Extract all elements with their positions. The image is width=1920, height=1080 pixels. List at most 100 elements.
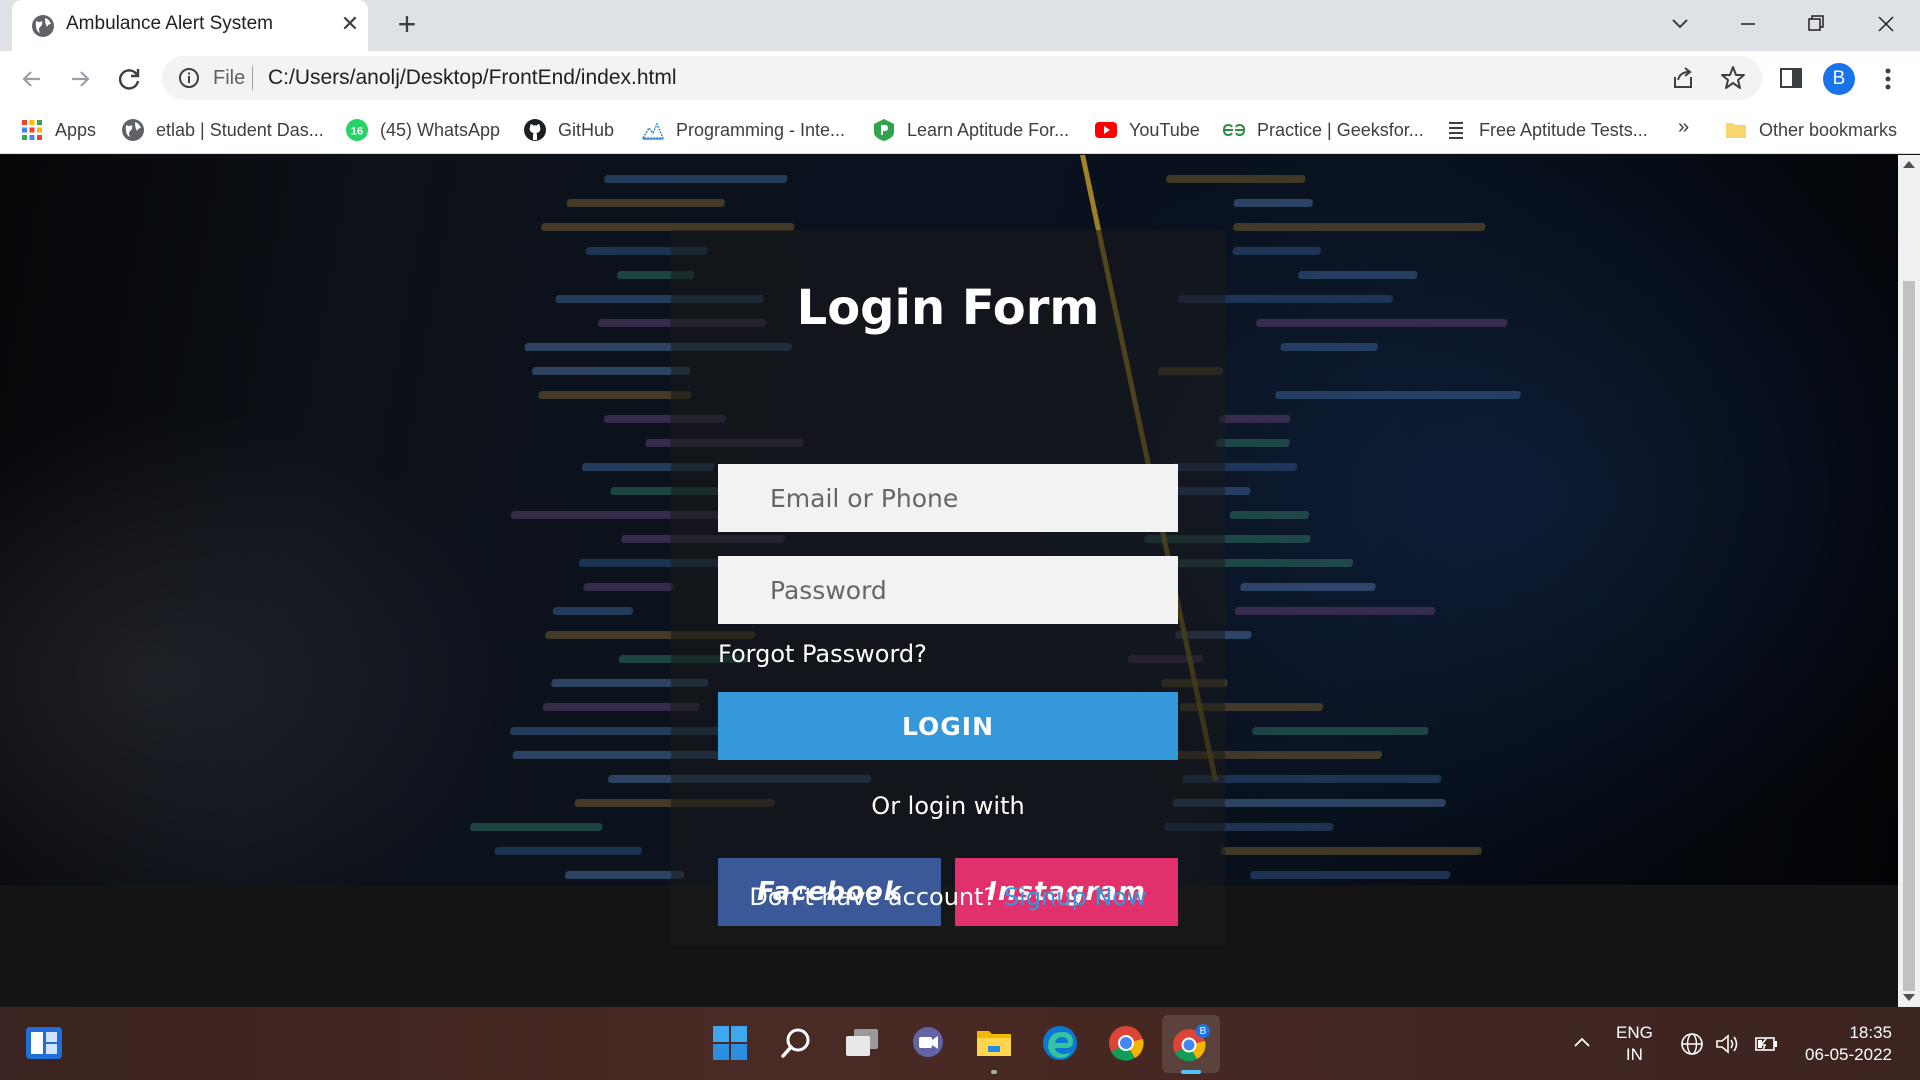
forward-arrow-icon[interactable] [64,63,96,95]
minimize-icon[interactable] [1728,6,1768,42]
url-separator [252,66,253,90]
code-line [1250,871,1451,879]
bookmark-youtube[interactable]: YouTube [1094,116,1200,144]
clock-time: 18:35 [1849,1023,1892,1042]
browser-toolbar: File C:/Users/anolj/Desktop/FrontEnd/ind… [0,51,1920,106]
running-indicator [991,1070,997,1074]
more-menu-icon[interactable] [1876,63,1900,95]
code-line [494,847,642,855]
bookmark-learn-aptitude[interactable]: Learn Aptitude For... [872,116,1069,144]
bookmark-geeksforgeeks[interactable]: Practice | Geeksfor... [1222,116,1424,144]
code-line [470,823,603,831]
clock[interactable]: 18:35 06-05-2022 [1796,1022,1892,1066]
edge-browser-icon[interactable] [1038,1021,1082,1065]
url-text[interactable]: C:/Users/anolj/Desktop/FrontEnd/index.ht… [268,66,677,90]
code-line [583,583,675,591]
bookmarks-overflow-button[interactable]: » [1678,116,1689,139]
chevron-down-icon[interactable] [1666,10,1694,38]
code-line [1280,343,1379,351]
bookmark-apps[interactable]: Apps [20,116,96,144]
scroll-down-arrow-icon[interactable] [1903,994,1915,1001]
code-line [1298,271,1418,279]
restore-icon[interactable] [1796,6,1836,42]
bookmark-label: Practice | Geeksfor... [1257,119,1424,140]
svg-text:B: B [1200,1026,1207,1037]
bookmark-label: Free Aptitude Tests... [1479,119,1648,140]
bookmark-github[interactable]: GitHub [523,116,614,144]
close-tab-icon[interactable]: ✕ [337,11,363,37]
bookmark-label: Apps [55,119,97,140]
region-code: IN [1625,1045,1643,1064]
bookmark-free-aptitude[interactable]: Free Aptitude Tests... [1444,116,1648,144]
screen: Ambulance Alert System ✕ + File C:/Users… [0,0,1920,1080]
bookmark-etlab[interactable]: etlab | Student Das... [121,116,324,144]
address-bar[interactable]: File C:/Users/anolj/Desktop/FrontEnd/ind… [162,56,1762,100]
windows-start-icon[interactable] [708,1021,752,1065]
code-line [531,367,691,375]
page-scrollbar[interactable] [1898,155,1920,1007]
battery-charging-icon[interactable] [1751,1031,1779,1057]
search-icon[interactable] [774,1021,818,1065]
no-account-text: Don't have account? [749,883,997,911]
password-input[interactable] [718,556,1178,624]
language-indicator[interactable]: ENG IN [1616,1022,1653,1066]
profile-avatar[interactable]: B [1823,63,1855,95]
windows-taskbar: B ENG IN 18:35 06-05-2022 [0,1007,1920,1080]
code-line [1218,415,1291,423]
other-bookmarks-label: Other bookmarks [1759,119,1898,140]
other-bookmarks[interactable]: Other bookmarks [1724,116,1897,144]
youtube-icon [1095,122,1117,138]
email-input[interactable] [718,464,1178,532]
chrome-profile-icon[interactable]: B [1169,1021,1213,1065]
programming-icon [641,122,665,140]
whatsapp-icon: 16 [346,119,368,141]
bookmark-whatsapp[interactable]: 16 (45) WhatsApp [345,116,500,144]
bookmark-label: etlab | Student Das... [156,119,324,140]
widgets-icon[interactable] [22,1021,66,1065]
clock-date: 06-05-2022 [1805,1045,1892,1064]
tray-overflow-chevron-icon[interactable] [1572,1035,1592,1049]
back-arrow-icon[interactable] [16,63,48,95]
language-code: ENG [1616,1023,1653,1042]
bookmark-label: Learn Aptitude For... [907,119,1070,140]
bookmark-label: GitHub [558,119,615,140]
browser-tab[interactable]: Ambulance Alert System ✕ [12,0,368,51]
login-form: Login Form Forgot Password? LOGIN Or log… [671,230,1225,945]
bookmark-label: Programming - Inte... [676,119,846,140]
signup-prompt: Don't have account? Signup Now [671,883,1225,911]
bookmark-programming[interactable]: Programming - Inte... [641,116,845,144]
network-globe-icon[interactable] [1679,1031,1705,1057]
share-icon[interactable] [1670,65,1696,91]
new-tab-button[interactable]: + [390,8,424,42]
reload-icon[interactable] [113,63,145,95]
page-viewport: Login Form Forgot Password? LOGIN Or log… [0,155,1898,1007]
signup-link[interactable]: Signup Now [1004,883,1147,911]
scroll-thumb[interactable] [1903,281,1915,991]
forgot-password-link[interactable]: Forgot Password? [718,640,927,668]
teams-chat-icon[interactable] [906,1021,950,1065]
volume-icon[interactable] [1714,1031,1742,1057]
chrome-icon[interactable] [1104,1021,1148,1065]
bookmarks-bar: Apps etlab | Student Das... 16 (45) What… [0,106,1920,154]
globe-icon [122,119,144,141]
code-line [1229,511,1310,519]
code-line [1275,391,1522,399]
file-explorer-icon[interactable] [972,1021,1016,1065]
star-icon[interactable] [1719,64,1747,92]
code-line [564,871,685,879]
code-line [1220,847,1483,855]
form-title: Login Form [796,280,1100,336]
task-view-icon[interactable] [840,1021,884,1065]
scroll-up-arrow-icon[interactable] [1903,161,1915,168]
code-line [1255,319,1508,327]
side-panel-icon[interactable] [1778,65,1804,91]
info-icon[interactable] [177,66,201,90]
close-window-icon[interactable] [1866,6,1906,42]
login-button[interactable]: LOGIN [718,692,1178,760]
bookmark-label: (45) WhatsApp [380,119,501,140]
github-icon [524,119,546,141]
code-line [1166,175,1306,183]
code-line [552,607,634,615]
code-line [1215,439,1291,447]
code-line [1232,199,1314,207]
